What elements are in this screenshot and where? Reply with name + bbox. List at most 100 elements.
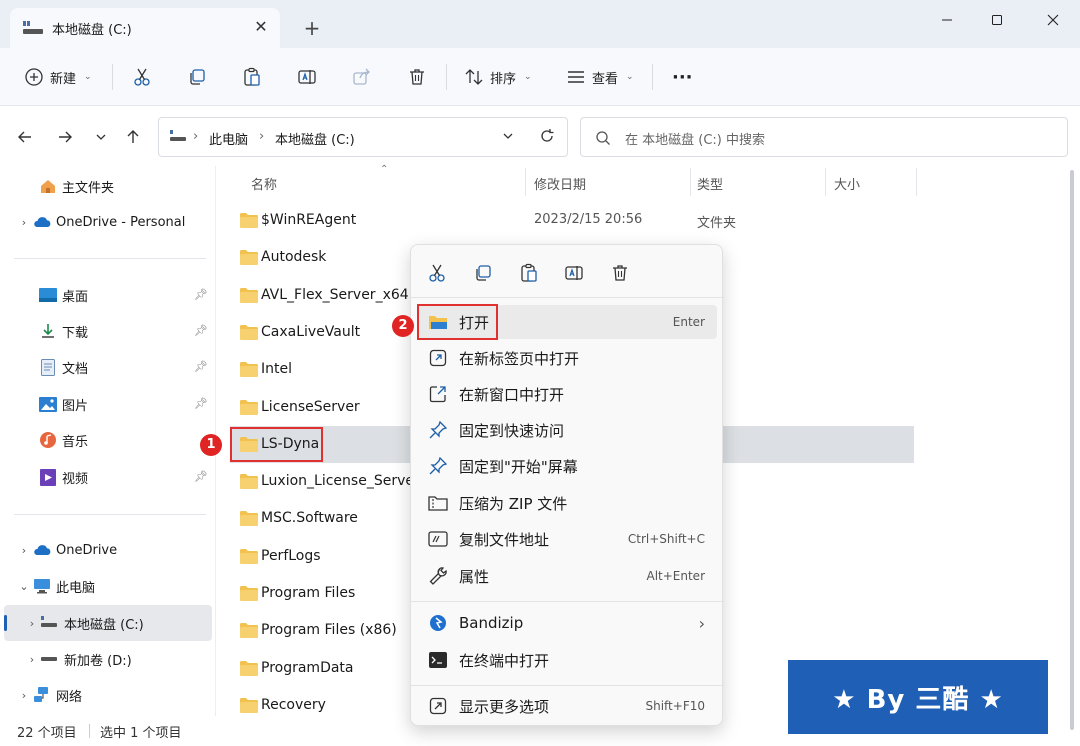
copy-quick-button[interactable] xyxy=(471,261,495,285)
menu-item-pin-start[interactable]: 固定到"开始"屏幕 xyxy=(417,449,717,483)
scrollbar[interactable] xyxy=(1070,170,1074,730)
sidebar-item-onedrive[interactable]: › OneDrive xyxy=(4,533,212,567)
sidebar-item-this-pc[interactable]: ⌄ 此电脑 xyxy=(4,569,212,603)
cut-button[interactable] xyxy=(132,62,152,92)
more-options-button[interactable]: ··· xyxy=(672,62,693,92)
paste-quick-button[interactable] xyxy=(517,261,541,285)
menu-label: 固定到快速访问 xyxy=(459,421,565,440)
menu-item-bandizip[interactable]: Bandizip › xyxy=(417,606,717,640)
sidebar-item-videos[interactable]: 视频 📌︎ xyxy=(4,460,212,494)
menu-item-show-more[interactable]: 显示更多选项 Shift+F10 xyxy=(417,689,717,723)
new-button[interactable]: 新建 ⌄ xyxy=(24,62,92,92)
menu-label: 显示更多选项 xyxy=(459,697,550,716)
sidebar-item-home[interactable]: 主文件夹 xyxy=(4,169,212,203)
file-name: ProgramData xyxy=(261,659,354,676)
sidebar-label: 文档 xyxy=(62,361,89,377)
cut-quick-button[interactable] xyxy=(425,261,449,285)
sidebar-item-onedrive-personal[interactable]: › OneDrive - Personal xyxy=(4,205,212,239)
close-tab-icon[interactable]: ✕ xyxy=(252,18,270,36)
rename-button[interactable] xyxy=(297,62,317,92)
view-button[interactable]: 查看 ⌄ xyxy=(566,62,634,92)
menu-item-compress-zip[interactable]: 压缩为 ZIP 文件 xyxy=(417,486,717,520)
menu-item-open-terminal[interactable]: 在终端中打开 xyxy=(417,643,717,677)
minimize-button[interactable] xyxy=(924,6,970,34)
highlight-box-ls-dyna xyxy=(230,427,323,462)
pin-icon[interactable]: 📌︎ xyxy=(194,288,208,301)
menu-item-open-new-window[interactable]: 在新窗口中打开 xyxy=(417,377,717,411)
refresh-button[interactable] xyxy=(539,128,555,144)
file-name: MSC.Software xyxy=(261,510,358,527)
search-box[interactable]: 在 本地磁盘 (C:) 中搜索 xyxy=(580,117,1068,157)
rename-icon xyxy=(298,70,316,84)
clipboard-icon xyxy=(244,67,260,86)
folder-icon xyxy=(240,362,258,378)
back-button[interactable] xyxy=(12,124,38,150)
pin-icon[interactable]: 📌︎ xyxy=(194,324,208,337)
sidebar-item-pictures[interactable]: 图片 📌︎ xyxy=(4,387,212,421)
folder-icon xyxy=(240,399,258,415)
pin-icon[interactable]: 📌︎ xyxy=(194,397,208,410)
desktop-icon xyxy=(38,286,58,304)
column-header-modified[interactable]: 修改日期 xyxy=(534,174,586,193)
sidebar-item-drive-c[interactable]: › 本地磁盘 (C:) xyxy=(4,605,212,641)
trash-icon xyxy=(613,265,627,281)
tab-local-disk-c[interactable]: 本地磁盘 (C:) ✕ xyxy=(10,8,280,48)
folder-icon xyxy=(240,586,258,601)
close-window-button[interactable] xyxy=(1030,6,1076,34)
drive-icon xyxy=(40,614,60,632)
file-row[interactable]: $WinREAgent 2023/2/15 20:56 文件夹 xyxy=(230,202,914,239)
arrow-up-icon xyxy=(127,130,139,143)
up-button[interactable] xyxy=(120,124,146,150)
rename-quick-button[interactable] xyxy=(562,261,586,285)
arrow-left-icon xyxy=(18,131,31,143)
sidebar-item-downloads[interactable]: 下载 📌︎ xyxy=(4,314,212,348)
menu-item-properties[interactable]: 属性 Alt+Enter xyxy=(417,559,717,593)
step-badge-2: 2 xyxy=(392,315,414,337)
sort-button[interactable]: 排序 ⌄ xyxy=(464,62,532,92)
breadcrumb-this-pc[interactable]: 此电脑 xyxy=(209,129,248,148)
breadcrumb-drive-c[interactable]: 本地磁盘 (C:) xyxy=(275,129,355,148)
pin-icon[interactable]: 📌︎ xyxy=(194,360,208,373)
forward-button[interactable] xyxy=(52,124,78,150)
picture-icon xyxy=(38,395,58,413)
sidebar-item-music[interactable]: 音乐 xyxy=(4,423,212,457)
column-divider xyxy=(690,168,691,196)
column-header-name[interactable]: 名称 xyxy=(251,174,277,193)
wrench-icon xyxy=(427,565,449,587)
scissors-icon xyxy=(429,264,445,282)
chevron-down-icon: ⌄ xyxy=(524,72,532,82)
breadcrumb-separator: › xyxy=(259,129,265,144)
maximize-button[interactable] xyxy=(974,6,1020,34)
menu-item-copy-path[interactable]: 复制文件地址 Ctrl+Shift+C xyxy=(417,522,717,556)
sidebar-item-documents[interactable]: 文档 📌︎ xyxy=(4,350,212,384)
menu-item-open-new-tab[interactable]: 在新标签页中打开 xyxy=(417,341,717,375)
sidebar-item-desktop[interactable]: 桌面 📌︎ xyxy=(4,278,212,312)
address-bar[interactable]: › 此电脑 › 本地磁盘 (C:) xyxy=(158,117,568,157)
address-dropdown-button[interactable] xyxy=(501,129,515,143)
share-button[interactable] xyxy=(352,62,372,92)
menu-divider xyxy=(411,297,724,298)
tab-title: 本地磁盘 (C:) xyxy=(52,23,132,38)
pin-icon[interactable]: 📌︎ xyxy=(194,470,208,483)
delete-quick-button[interactable] xyxy=(608,261,632,285)
folder-icon xyxy=(240,697,258,713)
file-name: Luxion_License_Server xyxy=(261,473,420,490)
delete-button[interactable] xyxy=(407,62,427,92)
chevron-right-icon: › xyxy=(21,688,27,702)
copy-button[interactable] xyxy=(187,62,207,92)
chevron-right-icon: › xyxy=(29,616,35,630)
column-header-size[interactable]: 大小 xyxy=(834,174,860,193)
sidebar-item-network[interactable]: › 网络 xyxy=(4,678,212,712)
paste-button[interactable] xyxy=(242,62,262,92)
column-header-type[interactable]: 类型 xyxy=(697,174,723,193)
refresh-icon xyxy=(541,129,554,142)
file-name: $WinREAgent xyxy=(261,212,357,228)
new-tab-button[interactable]: + xyxy=(300,16,324,40)
shortcut-label: Enter xyxy=(672,315,705,329)
sidebar-item-drive-d[interactable]: › 新加卷 (D:) xyxy=(4,642,212,676)
recent-locations-button[interactable] xyxy=(88,124,114,150)
chevron-right-icon: › xyxy=(21,215,27,229)
breadcrumb-separator: › xyxy=(193,129,199,144)
sidebar-divider xyxy=(14,514,206,515)
menu-item-pin-quick-access[interactable]: 固定到快速访问 xyxy=(417,413,717,447)
